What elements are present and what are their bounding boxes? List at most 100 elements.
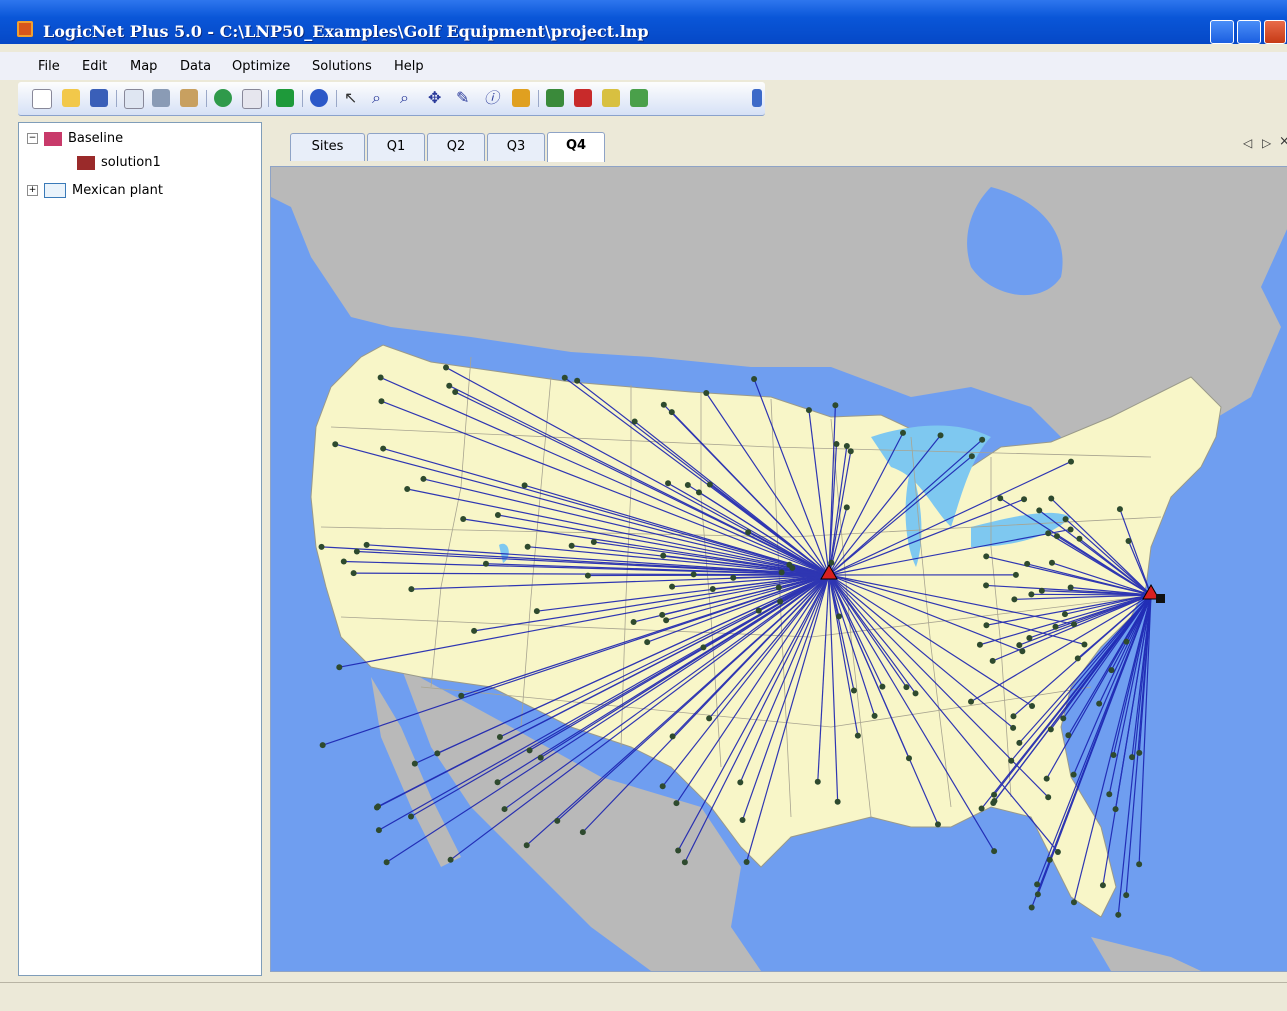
- site-marker[interactable]: [1068, 459, 1074, 465]
- tab-close-icon[interactable]: ×: [1279, 134, 1287, 149]
- site-marker[interactable]: [1111, 752, 1117, 758]
- site-marker[interactable]: [1045, 530, 1051, 536]
- site-marker[interactable]: [404, 486, 410, 492]
- tree-item-baseline[interactable]: − Baseline: [27, 131, 123, 146]
- site-marker[interactable]: [434, 750, 440, 756]
- close-button[interactable]: [1264, 20, 1286, 44]
- site-marker[interactable]: [1055, 849, 1061, 855]
- site-marker[interactable]: [1065, 732, 1071, 738]
- new-icon[interactable]: [32, 89, 52, 109]
- site-marker[interactable]: [983, 622, 989, 628]
- site-marker[interactable]: [1029, 703, 1035, 709]
- help-icon[interactable]: [310, 89, 328, 107]
- site-marker[interactable]: [903, 684, 909, 690]
- pencil-icon[interactable]: ✎: [456, 89, 474, 107]
- site-marker[interactable]: [1100, 882, 1106, 888]
- site-marker[interactable]: [580, 829, 586, 835]
- site-marker[interactable]: [906, 755, 912, 761]
- site-marker[interactable]: [1068, 526, 1074, 532]
- site-marker[interactable]: [341, 558, 347, 564]
- site-marker[interactable]: [502, 806, 508, 812]
- site-marker[interactable]: [669, 584, 675, 590]
- site-marker[interactable]: [1016, 642, 1022, 648]
- site-marker[interactable]: [1054, 533, 1060, 539]
- tab-prev-icon[interactable]: ◁: [1243, 136, 1252, 150]
- site-marker[interactable]: [380, 446, 386, 452]
- site-marker[interactable]: [1026, 635, 1032, 641]
- maximize-button[interactable]: [1237, 20, 1261, 44]
- site-marker[interactable]: [815, 779, 821, 785]
- site-marker[interactable]: [527, 747, 533, 753]
- site-marker[interactable]: [408, 586, 414, 592]
- site-marker[interactable]: [730, 575, 736, 581]
- site-marker[interactable]: [1010, 725, 1016, 731]
- site-marker[interactable]: [1123, 892, 1129, 898]
- paste-icon[interactable]: [180, 89, 198, 107]
- site-marker[interactable]: [740, 817, 746, 823]
- site-marker[interactable]: [660, 553, 666, 559]
- site-marker[interactable]: [497, 734, 503, 740]
- site-marker[interactable]: [968, 699, 974, 705]
- site-marker[interactable]: [408, 813, 414, 819]
- site-marker[interactable]: [977, 642, 983, 648]
- site-marker[interactable]: [1060, 715, 1066, 721]
- site-marker[interactable]: [855, 733, 861, 739]
- site-marker[interactable]: [836, 613, 842, 619]
- export-icon[interactable]: [276, 89, 294, 107]
- site-marker[interactable]: [900, 430, 906, 436]
- site-marker[interactable]: [591, 539, 597, 545]
- grid-icon[interactable]: [630, 89, 648, 107]
- tab-q1[interactable]: Q1: [367, 133, 425, 161]
- menu-file[interactable]: File: [38, 59, 60, 74]
- site-marker[interactable]: [452, 389, 458, 395]
- site-marker[interactable]: [412, 761, 418, 767]
- toolbar-overflow-icon[interactable]: [752, 89, 762, 107]
- site-marker[interactable]: [1035, 891, 1041, 897]
- delete-icon[interactable]: [574, 89, 592, 107]
- site-marker[interactable]: [659, 612, 665, 618]
- site-marker[interactable]: [675, 848, 681, 854]
- site-marker[interactable]: [703, 390, 709, 396]
- site-marker[interactable]: [378, 375, 384, 381]
- site-marker[interactable]: [1016, 740, 1022, 746]
- site-marker[interactable]: [495, 779, 501, 785]
- site-marker[interactable]: [1071, 621, 1077, 627]
- site-marker[interactable]: [669, 409, 675, 415]
- site-marker[interactable]: [786, 562, 792, 568]
- site-marker[interactable]: [443, 364, 449, 370]
- site-marker[interactable]: [832, 402, 838, 408]
- site-marker[interactable]: [1024, 561, 1030, 567]
- site-marker[interactable]: [562, 375, 568, 381]
- pan-icon[interactable]: ✥: [428, 89, 446, 107]
- site-marker[interactable]: [700, 644, 706, 650]
- site-marker[interactable]: [1096, 701, 1102, 707]
- site-marker[interactable]: [320, 742, 326, 748]
- site-marker[interactable]: [1081, 641, 1087, 647]
- site-marker[interactable]: [524, 842, 530, 848]
- site-marker[interactable]: [696, 489, 702, 495]
- site-marker[interactable]: [1019, 648, 1025, 654]
- site-marker[interactable]: [1071, 772, 1077, 778]
- site-marker[interactable]: [534, 608, 540, 614]
- site-marker[interactable]: [1126, 538, 1132, 544]
- site-marker[interactable]: [538, 755, 544, 761]
- site-marker[interactable]: [969, 453, 975, 459]
- site-marker[interactable]: [1113, 806, 1119, 812]
- site-marker[interactable]: [632, 419, 638, 425]
- tab-q3[interactable]: Q3: [487, 133, 545, 161]
- site-marker[interactable]: [1136, 750, 1142, 756]
- site-marker[interactable]: [1129, 754, 1135, 760]
- site-marker[interactable]: [522, 482, 528, 488]
- save-icon[interactable]: [90, 89, 108, 107]
- site-marker[interactable]: [872, 713, 878, 719]
- site-marker[interactable]: [685, 482, 691, 488]
- site-marker[interactable]: [983, 553, 989, 559]
- edit-icon[interactable]: [602, 89, 620, 107]
- site-marker[interactable]: [1063, 516, 1069, 522]
- site-marker[interactable]: [1071, 899, 1077, 905]
- tree-item-solution1[interactable]: solution1: [77, 155, 161, 170]
- site-marker[interactable]: [1011, 596, 1017, 602]
- site-marker[interactable]: [663, 617, 669, 623]
- site-marker[interactable]: [938, 432, 944, 438]
- site-marker[interactable]: [1115, 912, 1121, 918]
